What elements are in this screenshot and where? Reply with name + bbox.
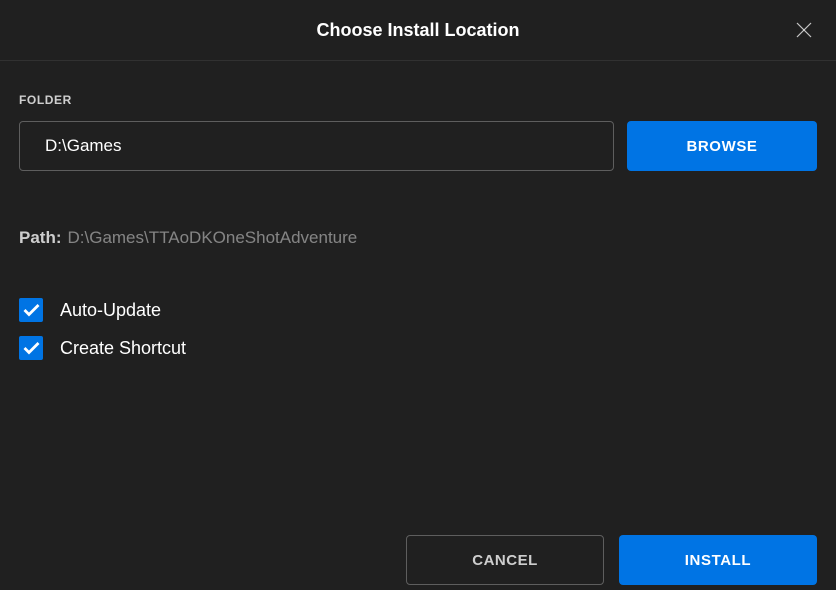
dialog-header: Choose Install Location xyxy=(0,0,836,61)
folder-path-input[interactable] xyxy=(19,121,614,171)
dialog-title: Choose Install Location xyxy=(316,20,519,41)
dialog-content: FOLDER BROWSE Path: D:\Games\TTAoDKOneSh… xyxy=(0,61,836,360)
auto-update-option[interactable]: Auto-Update xyxy=(19,298,817,322)
checkmark-icon xyxy=(23,341,40,355)
install-path-row: Path: D:\Games\TTAoDKOneShotAdventure xyxy=(19,228,817,248)
cancel-button[interactable]: CANCEL xyxy=(406,535,604,585)
close-icon xyxy=(796,22,812,38)
auto-update-label: Auto-Update xyxy=(60,300,161,321)
create-shortcut-checkbox[interactable] xyxy=(19,336,43,360)
close-button[interactable] xyxy=(792,18,816,42)
checkmark-icon xyxy=(23,303,40,317)
create-shortcut-label: Create Shortcut xyxy=(60,338,186,359)
path-label: Path: xyxy=(19,228,62,248)
install-button[interactable]: INSTALL xyxy=(619,535,817,585)
path-value: D:\Games\TTAoDKOneShotAdventure xyxy=(68,228,358,248)
browse-button[interactable]: BROWSE xyxy=(627,121,817,171)
folder-row: BROWSE xyxy=(19,121,817,171)
folder-label: FOLDER xyxy=(19,93,817,107)
auto-update-checkbox[interactable] xyxy=(19,298,43,322)
dialog-footer: CANCEL INSTALL xyxy=(0,530,836,590)
create-shortcut-option[interactable]: Create Shortcut xyxy=(19,336,817,360)
options-group: Auto-Update Create Shortcut xyxy=(19,298,817,360)
